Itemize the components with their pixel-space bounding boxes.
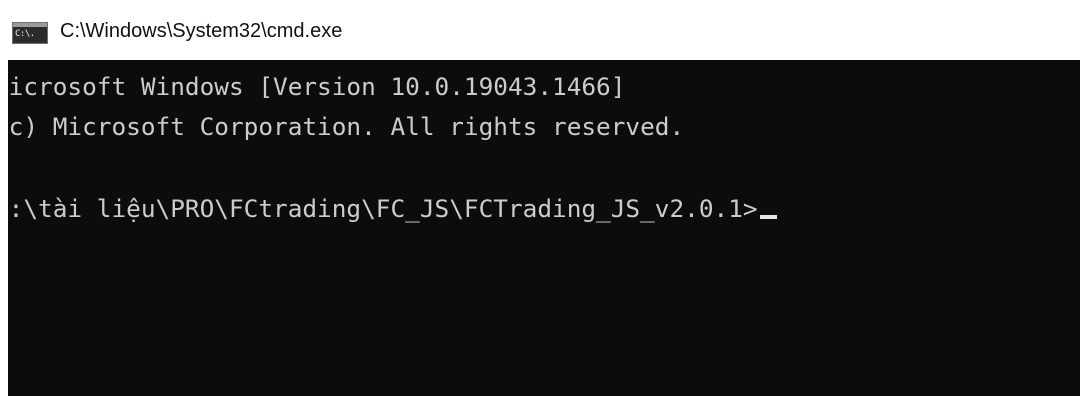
cmd-icon[interactable]: C:\.: [12, 22, 48, 44]
title-bar[interactable]: C:\. C:\Windows\System32\cmd.exe: [0, 0, 1080, 60]
cmd-window: C:\. C:\Windows\System32\cmd.exe Microso…: [0, 0, 1080, 396]
console-line-version: Microsoft Windows [Version 10.0.19043.14…: [8, 72, 626, 101]
console-prompt-line[interactable]: F:\tài liệu\PRO\FCtrading\FC_JS\FCTradin…: [8, 193, 777, 225]
window-title: C:\Windows\System32\cmd.exe: [60, 20, 343, 42]
cmd-icon-bar: [13, 23, 47, 27]
console-prompt: F:\tài liệu\PRO\FCtrading\FC_JS\FCTradin…: [8, 194, 758, 223]
console-output[interactable]: Microsoft Windows [Version 10.0.19043.14…: [8, 60, 1080, 396]
console-line-copyright: (c) Microsoft Corporation. All rights re…: [8, 112, 685, 141]
cursor-caret: [759, 215, 777, 219]
cmd-icon-glyph: C:\.: [15, 29, 35, 39]
